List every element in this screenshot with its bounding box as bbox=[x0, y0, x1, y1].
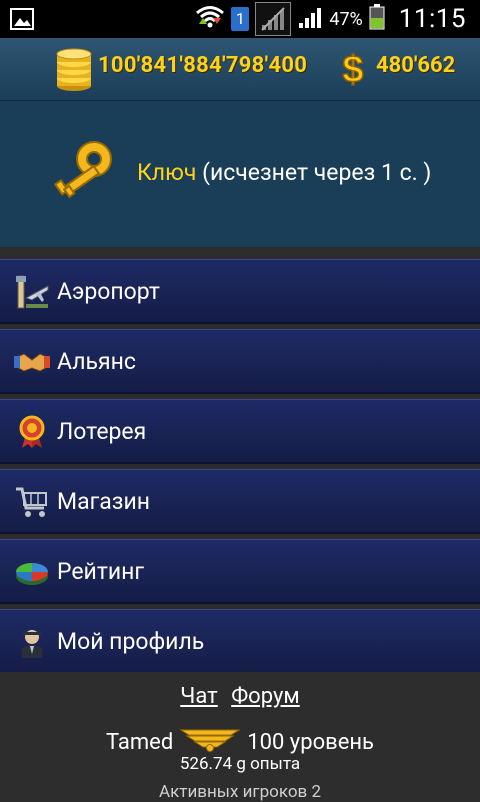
chat-link[interactable]: Чат bbox=[180, 684, 217, 709]
pilot-icon bbox=[14, 624, 50, 660]
sim-card-icon: 1 bbox=[231, 7, 250, 31]
badge-icon bbox=[14, 414, 50, 450]
signal-icon bbox=[297, 5, 323, 33]
key-expiry-note: (исчезнет через 1 с. ) bbox=[196, 159, 432, 186]
status-bar: 1 47% 11:15 bbox=[0, 0, 480, 38]
image-icon bbox=[10, 8, 34, 34]
menu-item-airport[interactable]: Аэропорт bbox=[0, 259, 480, 324]
battery-icon bbox=[369, 4, 385, 34]
handshake-icon bbox=[14, 344, 50, 380]
divider bbox=[0, 247, 480, 259]
menu-item-alliance[interactable]: Альянс bbox=[0, 329, 480, 394]
key-status: Ключ (исчезнет через 1 с. ) bbox=[137, 159, 431, 186]
key-icon bbox=[48, 137, 118, 211]
menu-label: Магазин bbox=[57, 488, 150, 515]
key-panel: Ключ (исчезнет через 1 с. ) bbox=[0, 101, 480, 247]
menu-item-rating[interactable]: Рейтинг bbox=[0, 539, 480, 604]
menu-label: Альянс bbox=[57, 348, 136, 375]
pie-chart-icon bbox=[14, 554, 50, 590]
menu-label: Аэропорт bbox=[57, 278, 160, 305]
battery-percent: 47% bbox=[329, 8, 363, 30]
experience: 526.74 g опыта bbox=[179, 754, 301, 774]
shopping-cart-icon bbox=[14, 484, 50, 520]
forum-link[interactable]: Форум bbox=[231, 684, 300, 709]
menu-item-lottery[interactable]: Лотерея bbox=[0, 399, 480, 464]
coins-balance: 100'841'884'798'400 bbox=[98, 53, 308, 78]
dollar-icon: $ bbox=[338, 46, 368, 94]
dollar-balance: 480'662 bbox=[376, 53, 456, 78]
key-item-name: Ключ bbox=[137, 159, 197, 186]
wifi-icon bbox=[195, 4, 225, 34]
clock: 11:15 bbox=[398, 4, 466, 34]
menu-label: Лотерея bbox=[57, 418, 147, 445]
menu-label: Мой профиль bbox=[57, 628, 205, 655]
currency-bar: 100'841'884'798'400 $ 480'662 bbox=[0, 38, 480, 102]
coins-icon bbox=[54, 44, 94, 96]
user-level: 100 уровень bbox=[247, 729, 374, 755]
footer: Чат Форум Tamed 100 уровень 526.74 g опы… bbox=[0, 672, 480, 802]
signal-no-service-icon bbox=[255, 2, 292, 36]
username: Tamed bbox=[106, 729, 174, 755]
main-menu: Аэропорт Альянс Лотерея Магазин Рейтинг … bbox=[0, 259, 480, 679]
menu-item-shop[interactable]: Магазин bbox=[0, 469, 480, 534]
svg-text:$: $ bbox=[342, 49, 363, 90]
active-players: Активных игроков 2 bbox=[158, 782, 322, 802]
menu-item-my-profile[interactable]: Мой профиль bbox=[0, 609, 480, 674]
airport-icon bbox=[14, 274, 50, 310]
menu-label: Рейтинг bbox=[57, 558, 145, 585]
